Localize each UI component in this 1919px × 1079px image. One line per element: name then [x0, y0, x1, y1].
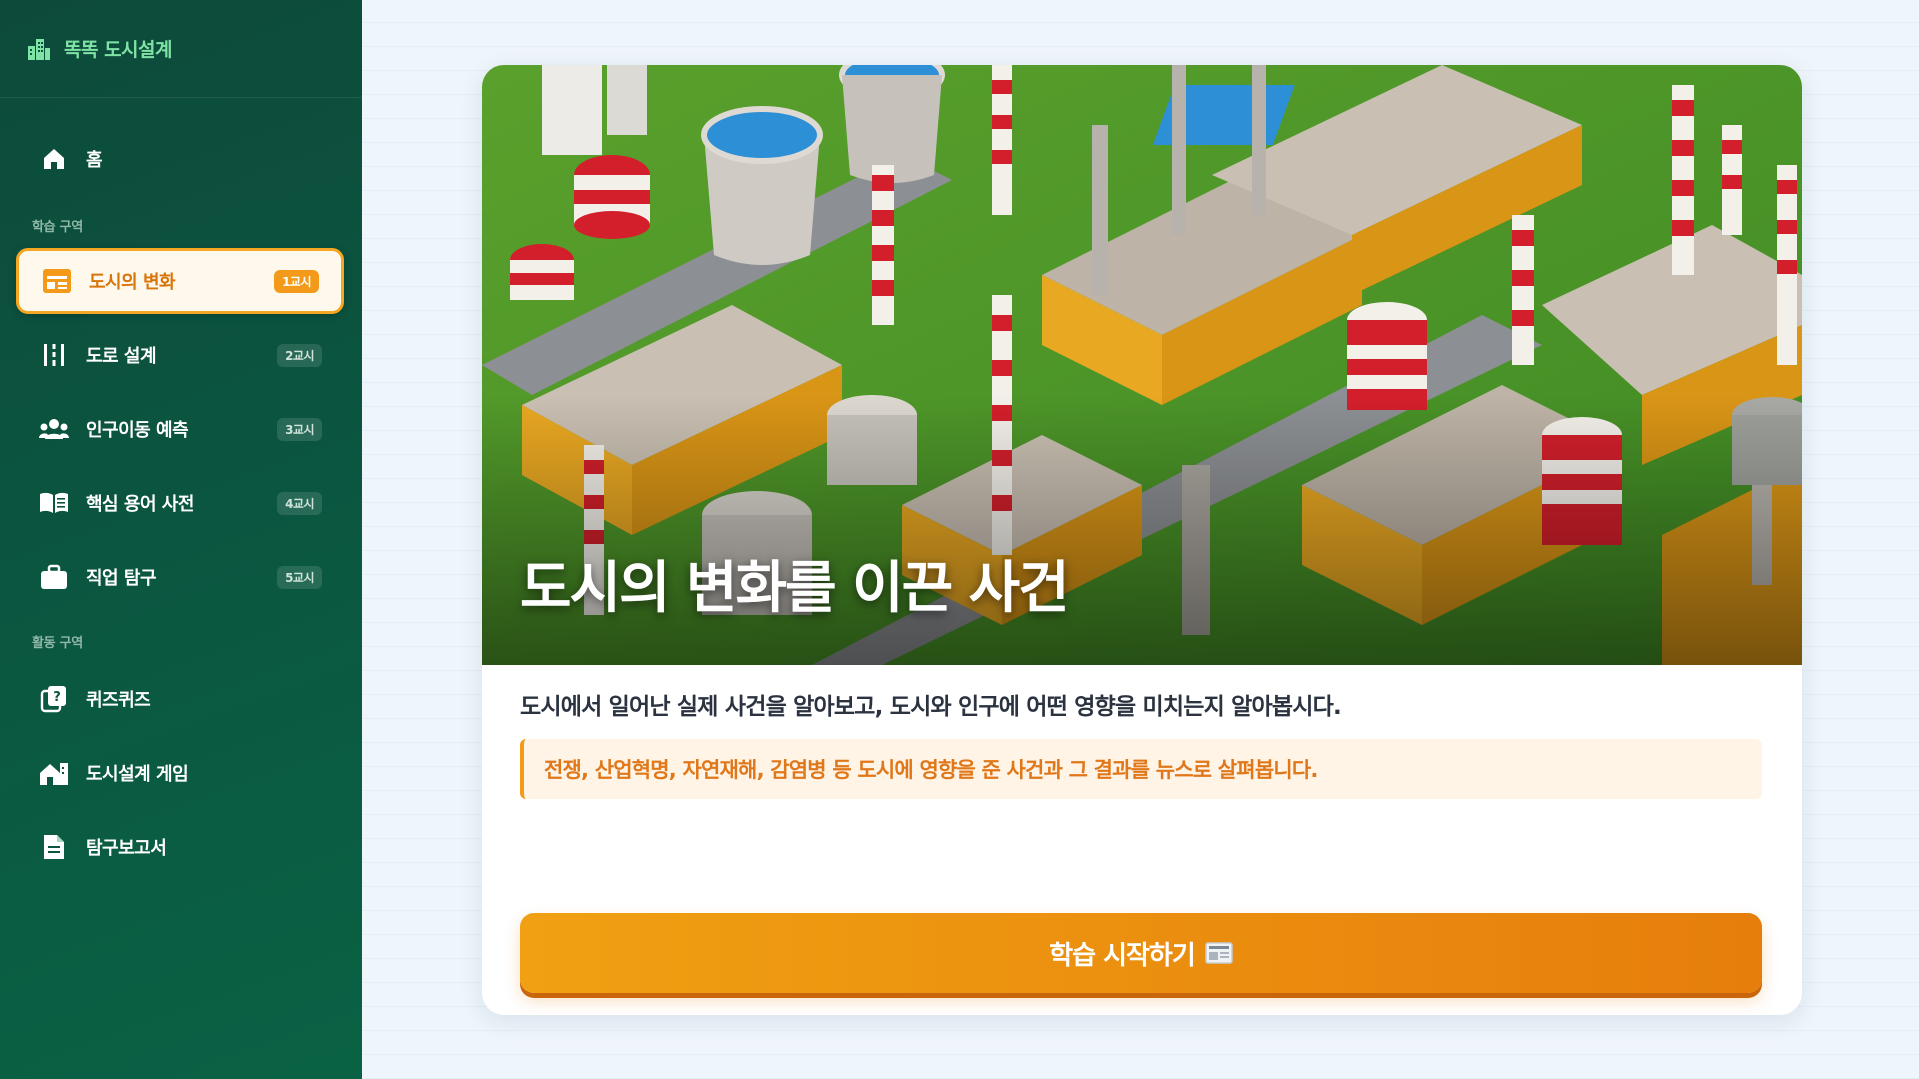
city-buildings-icon [26, 36, 52, 62]
lesson-note-text: 전쟁, 산업혁명, 자연재해, 감염병 등 도시에 영향을 준 사건과 그 결과… [544, 758, 1318, 782]
sidebar-item-label: 도시설계 게임 [86, 764, 189, 785]
sidebar-item-road-design[interactable]: 도로 설계 2교시 [16, 322, 344, 388]
road-icon [38, 339, 70, 371]
sidebar-item-career[interactable]: 직업 탐구 5교시 [16, 544, 344, 610]
sidebar-item-quiz[interactable]: ? 퀴즈퀴즈 [16, 666, 344, 732]
section-label-learning: 학습 구역 [32, 220, 83, 235]
start-learning-label: 학습 시작하기 [1049, 940, 1196, 971]
lesson-note: 전쟁, 산업혁명, 자연재해, 감염병 등 도시에 영향을 준 사건과 그 결과… [520, 739, 1762, 799]
city-game-icon [38, 757, 70, 789]
sidebar-item-label: 홈 [86, 150, 103, 171]
sidebar-item-label: 도시의 변화 [89, 272, 176, 293]
lesson-description: 도시에서 일어난 실제 사건을 알아보고, 도시와 인구에 어떤 영향을 미치는… [520, 694, 1342, 720]
sidebar-item-label: 직업 탐구 [86, 568, 157, 589]
sidebar-item-population[interactable]: 인구이동 예측 3교시 [16, 396, 344, 462]
sidebar-item-home[interactable]: 홈 [16, 126, 344, 192]
lesson-badge: 2교시 [277, 343, 322, 367]
sidebar-item-label: 핵심 용어 사전 [86, 494, 194, 515]
svg-text:?: ? [53, 690, 61, 705]
quiz-icon: ? [38, 683, 70, 715]
sidebar-item-label: 도로 설계 [86, 346, 157, 367]
newspaper-icon [1205, 941, 1233, 965]
lesson-badge: 1교시 [274, 269, 319, 293]
lesson-badge: 5교시 [277, 565, 322, 589]
brand-title: 똑똑 도시설계 [64, 39, 173, 61]
home-icon [38, 143, 70, 175]
hero-image: 도시의 변화를 이끈 사건 [482, 65, 1802, 665]
sidebar-item-label: 인구이동 예측 [86, 420, 189, 441]
report-icon [38, 831, 70, 863]
lesson-card: 도시의 변화를 이끈 사건 도시에서 일어난 실제 사건을 알아보고, 도시와 … [482, 65, 1802, 1015]
briefcase-icon [38, 561, 70, 593]
sidebar: 똑똑 도시설계 홈 학습 구역 도시의 변화 1교시 도로 설계 2교시 인구이… [0, 0, 362, 1079]
lesson-badge: 4교시 [277, 491, 322, 515]
start-learning-button[interactable]: 학습 시작하기 [520, 913, 1762, 993]
sidebar-item-dictionary[interactable]: 핵심 용어 사전 4교시 [16, 470, 344, 536]
sidebar-item-label: 퀴즈퀴즈 [86, 690, 151, 711]
people-icon [38, 413, 70, 445]
sidebar-item-city-game[interactable]: 도시설계 게임 [16, 740, 344, 806]
lesson-badge: 3교시 [277, 417, 322, 441]
hero-title: 도시의 변화를 이끈 사건 [520, 556, 1070, 621]
brand[interactable]: 똑똑 도시설계 [0, 0, 362, 98]
sidebar-item-label: 탐구보고서 [86, 838, 167, 859]
calendar-icon [41, 265, 73, 297]
sidebar-item-report[interactable]: 탐구보고서 [16, 814, 344, 880]
section-label-activity: 활동 구역 [32, 636, 83, 651]
book-icon [38, 487, 70, 519]
sidebar-item-city-change[interactable]: 도시의 변화 1교시 [16, 248, 344, 314]
